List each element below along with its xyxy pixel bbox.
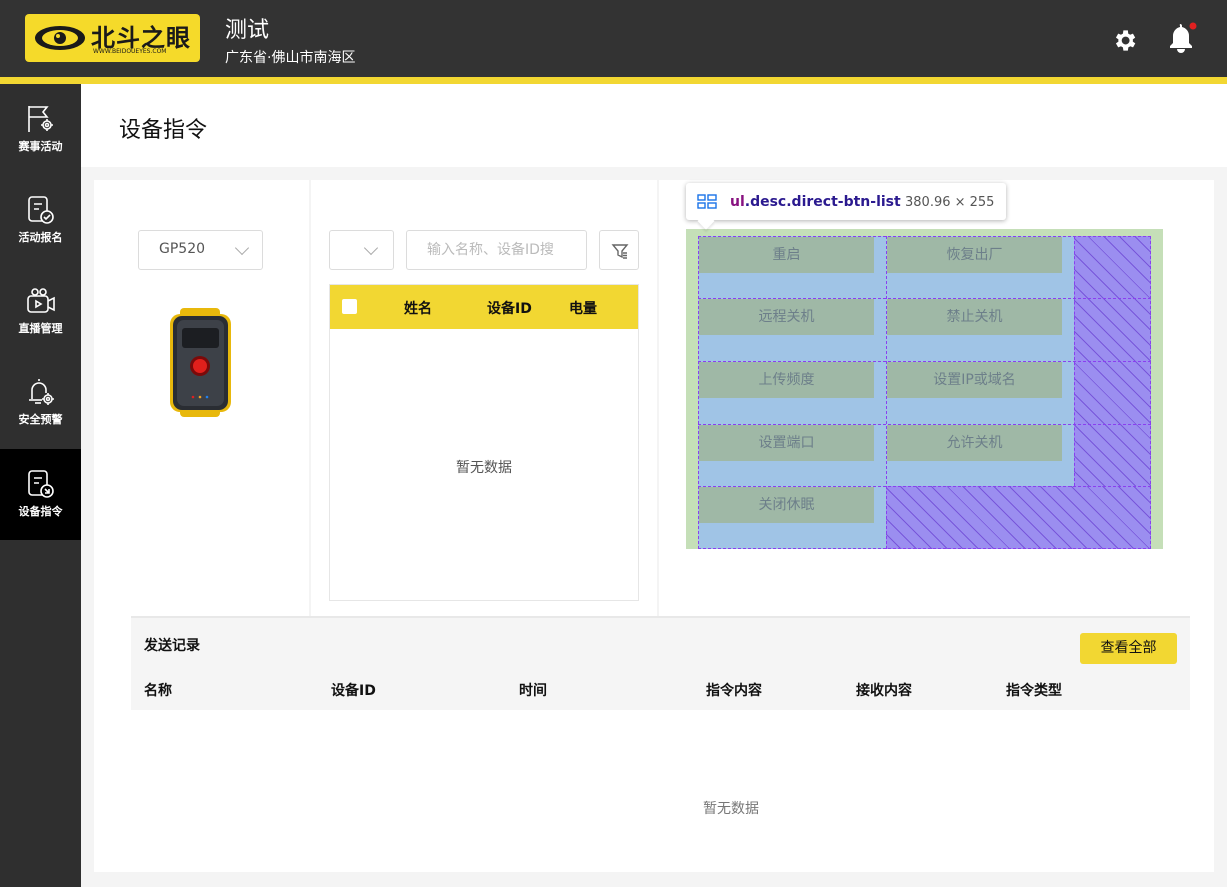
- cmd-restart-button[interactable]: 重启: [699, 237, 874, 273]
- notification-dot: [1189, 22, 1197, 30]
- records-title: 发送记录: [144, 638, 200, 654]
- cmd-forbid-shutdown-button[interactable]: 禁止关机: [887, 299, 1062, 335]
- grid-layout-icon: [697, 194, 717, 209]
- sidebar-item-label: 直播管理: [18, 322, 63, 335]
- records-col-time: 时间: [519, 683, 547, 699]
- records-col-command-content: 指令内容: [706, 683, 762, 699]
- cmd-disable-sleep-button[interactable]: 关闭休眠: [699, 487, 874, 523]
- project-title: 测试: [225, 18, 270, 43]
- chevron-down-icon: [234, 240, 250, 256]
- devtools-dimensions: 380.96 × 255: [905, 195, 995, 210]
- sidebar-item-label: 设备指令: [18, 505, 63, 518]
- page-header: 设备指令: [81, 84, 1227, 167]
- sidebar-item-events[interactable]: 赛事活动: [0, 84, 81, 175]
- col-name: 姓名: [404, 301, 432, 317]
- device-table-header: 姓名 设备ID 电量: [330, 285, 638, 329]
- top-header: 北斗之眼 WWW.BEIDOUEYES.COM 测试 广东省·佛山市南海区: [0, 0, 1227, 77]
- sidebar-item-alert[interactable]: 安全预警: [0, 357, 81, 448]
- sidebar-item-commands[interactable]: 设备指令: [0, 449, 81, 540]
- logo-url: WWW.BEIDOUEYES.COM: [93, 48, 167, 55]
- records-empty-text: 暂无数据: [703, 801, 759, 817]
- command-doc-icon: [28, 470, 54, 498]
- device-table-empty: 暂无数据: [456, 460, 512, 476]
- project-location: 广东省·佛山市南海区: [225, 50, 356, 66]
- records-empty: 暂无数据: [131, 798, 1227, 818]
- view-all-button[interactable]: 查看全部: [1080, 633, 1177, 664]
- records-col-received-content: 接收内容: [856, 683, 912, 699]
- device-search-input[interactable]: [406, 230, 587, 270]
- select-all-checkbox[interactable]: [342, 299, 357, 314]
- devtools-selector-tag: ul: [730, 194, 745, 210]
- sidebar-item-label: 活动报名: [18, 231, 63, 244]
- records-col-name: 名称: [144, 683, 172, 699]
- devtools-selector-classes: .desc.direct-btn-list: [744, 194, 901, 210]
- video-camera-icon: [27, 288, 55, 313]
- cmd-set-ip-domain-button[interactable]: 设置IP或域名: [887, 362, 1062, 398]
- page-title: 设备指令: [119, 118, 208, 143]
- settings-gear-icon[interactable]: [1111, 27, 1138, 54]
- cmd-upload-frequency-button[interactable]: 上传频度: [699, 362, 874, 398]
- chevron-down-icon: [363, 240, 379, 256]
- devtools-selector: ul.desc.direct-btn-list: [730, 194, 901, 210]
- gps-tracker-device-image: [170, 308, 231, 417]
- sidebar-item-live[interactable]: 直播管理: [0, 266, 81, 357]
- alarm-bell-gear-icon: [29, 379, 54, 405]
- device-model-value: GP520: [159, 241, 206, 257]
- filter-button[interactable]: [599, 230, 639, 270]
- device-table: 姓名 设备ID 电量 暂无数据: [329, 284, 639, 601]
- records-col-command-type: 指令类型: [1006, 683, 1062, 699]
- send-records-header: 发送记录 查看全部 名称 设备ID 时间 指令内容 接收内容 指令类型: [131, 616, 1190, 710]
- funnel-filter-icon: [611, 244, 629, 259]
- cmd-allow-shutdown-button[interactable]: 允许关机: [887, 425, 1062, 461]
- cmd-remote-shutdown-button[interactable]: 远程关机: [699, 299, 874, 335]
- cmd-factory-reset-button[interactable]: 恢复出厂: [887, 237, 1062, 273]
- sidebar-item-label: 赛事活动: [18, 140, 63, 153]
- sidebar-item-label: 安全预警: [18, 413, 63, 426]
- flag-gear-icon: [28, 106, 53, 132]
- eye-logo-icon: [35, 26, 85, 50]
- device-model-select[interactable]: GP520: [138, 230, 263, 270]
- group-filter-select[interactable]: [329, 230, 394, 270]
- col-battery: 电量: [569, 301, 597, 317]
- signup-doc-icon: [28, 196, 54, 224]
- sidebar-item-signup[interactable]: 活动报名: [0, 175, 81, 266]
- notification-bell-icon[interactable]: [1165, 20, 1197, 54]
- records-col-device-id: 设备ID: [331, 683, 376, 699]
- col-device-id: 设备ID: [487, 301, 532, 317]
- header-accent-line: [0, 77, 1227, 84]
- cmd-set-port-button[interactable]: 设置端口: [699, 425, 874, 461]
- devtools-inspect-tooltip: ul.desc.direct-btn-list 380.96 × 255: [686, 183, 1006, 220]
- sidebar: 赛事活动 活动报名 直播管理 安全预警 设备指令: [0, 84, 81, 887]
- brand-logo[interactable]: 北斗之眼 WWW.BEIDOUEYES.COM: [25, 14, 200, 62]
